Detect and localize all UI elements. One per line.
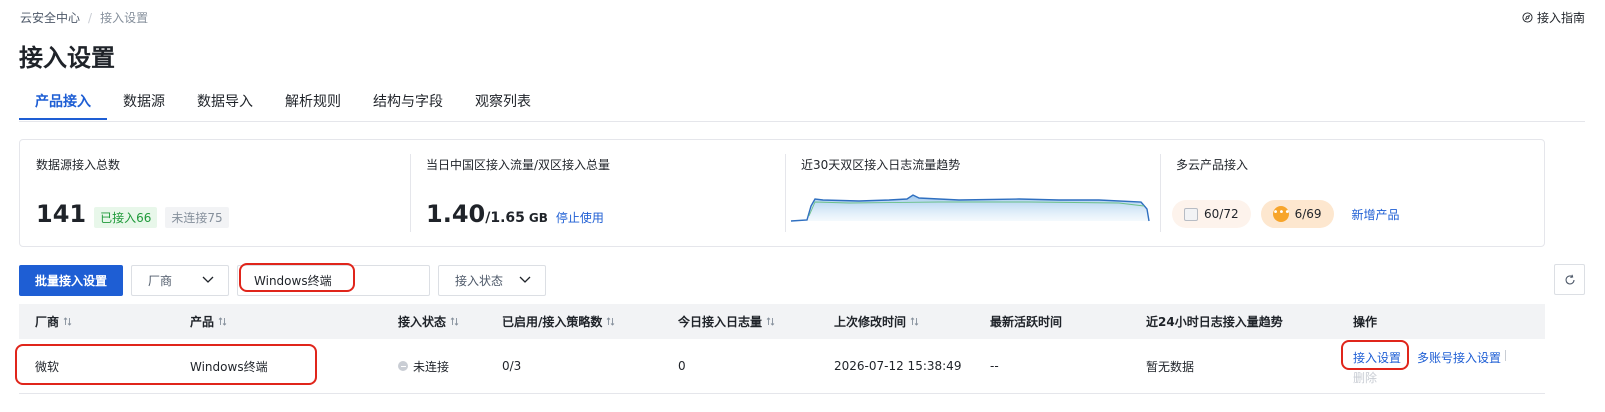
cell-modified: 2026-07-12 15:38:49	[834, 359, 962, 373]
cell-policies: 0/3	[502, 359, 522, 373]
product-search-value: Windows终端	[254, 273, 332, 288]
column-header[interactable]: 上次修改时间	[818, 313, 974, 330]
breadcrumb: 云安全中心 / 接入设置	[20, 9, 148, 26]
stop-use-link[interactable]: 停止使用	[556, 209, 604, 226]
breadcrumb-root[interactable]: 云安全中心	[20, 9, 80, 26]
tab-data-import[interactable]: 数据导入	[181, 86, 269, 120]
column-header[interactable]: 产品	[174, 313, 382, 330]
stat-multi-cloud: 多云产品接入 60/72 ••• 6/69 新增产品	[1160, 140, 1544, 246]
guide-link-label: 接入指南	[1536, 11, 1585, 25]
trend-sparkline	[790, 194, 1150, 222]
cloud-a-pill[interactable]: 60/72	[1172, 200, 1251, 228]
guide-link[interactable]: 接入指南	[1522, 9, 1585, 26]
access-status-select-label: 接入状态	[455, 273, 504, 288]
table-header: 厂商 产品 接入状态 已启用/接入策略数 今日接入日志量 上次修改时间 最新活跃…	[19, 304, 1545, 339]
breadcrumb-current: 接入设置	[100, 11, 149, 25]
cloud-b-pill[interactable]: ••• 6/69	[1260, 200, 1334, 228]
filter-toolbar: 批量接入设置 厂商 Windows终端 接入状态	[19, 264, 1585, 296]
cell-trend: 暂无数据	[1146, 359, 1195, 374]
access-table: 厂商 产品 接入状态 已启用/接入策略数 今日接入日志量 上次修改时间 最新活跃…	[19, 304, 1545, 394]
vendor-select[interactable]: 厂商	[131, 264, 230, 296]
column-header[interactable]: 今日接入日志量	[662, 313, 818, 330]
cloud-b-count: 6/69	[1294, 207, 1322, 221]
ops-divider	[1505, 349, 1506, 361]
sort-icon	[450, 317, 459, 326]
cell-vendor: 微软	[35, 359, 60, 374]
cell-status: 未连接	[382, 358, 486, 375]
sort-icon	[766, 317, 775, 326]
stat-flow: 当日中国区接入流量/双区接入总量 1.40 /1.65 GB 停止使用	[410, 140, 785, 246]
connected-badge: 已接入66	[94, 207, 158, 228]
table-row: 微软 Windows终端 未连接 0/3 0 2026-07-12 15:38:…	[19, 339, 1545, 394]
status-disconnected-icon	[398, 361, 408, 371]
cell-product: Windows终端	[190, 359, 268, 374]
tab-structure-fields[interactable]: 结构与字段	[357, 86, 459, 120]
stats-card: 数据源接入总数 141 已接入66 未连接75 当日中国区接入流量/双区接入总量…	[19, 139, 1545, 247]
flow-value: 1.40 /1.65 GB	[426, 200, 548, 228]
product-search-input[interactable]: Windows终端	[237, 264, 431, 296]
column-header[interactable]: 厂商	[19, 313, 174, 330]
delete-link: 删除	[1353, 370, 1378, 385]
vendor-select-label: 厂商	[148, 273, 173, 288]
tab-data-source[interactable]: 数据源	[107, 86, 181, 120]
tab-product-access[interactable]: 产品接入	[19, 86, 107, 120]
sort-icon	[607, 317, 615, 326]
ellipsis-icon: •••	[1272, 206, 1290, 222]
flow-total: /1.65	[485, 210, 525, 226]
column-header: 最新活跃时间	[990, 315, 1063, 329]
cell-operations: 接入设置 多账号接入设置 删除	[1337, 339, 1545, 394]
sort-icon	[218, 317, 227, 326]
cloud-a-count: 60/72	[1204, 207, 1239, 221]
stat-trend: 近30天双区接入日志流量趋势	[785, 140, 1160, 246]
column-header: 近24小时日志接入量趋势	[1146, 315, 1283, 329]
stat-source-total: 数据源接入总数 141 已接入66 未连接75	[20, 140, 410, 246]
column-header: 操作	[1353, 315, 1378, 329]
stat-label: 当日中国区接入流量/双区接入总量	[426, 158, 611, 172]
cell-today-logs: 0	[678, 359, 686, 373]
access-status-select[interactable]: 接入状态	[438, 264, 547, 296]
not-connected-badge: 未连接75	[165, 207, 229, 228]
add-product-link[interactable]: 新增产品	[1352, 206, 1400, 223]
sort-icon	[910, 317, 919, 326]
status-label: 未连接	[413, 359, 450, 374]
chevron-down-icon	[519, 276, 531, 283]
stat-label: 近30天双区接入日志流量趋势	[801, 158, 961, 172]
cell-active: --	[990, 359, 999, 373]
chevron-down-icon	[202, 276, 214, 283]
column-header[interactable]: 已启用/接入策略数	[486, 313, 662, 330]
refresh-icon	[1564, 274, 1575, 284]
broken-image-icon	[1184, 207, 1198, 221]
refresh-button[interactable]	[1554, 264, 1585, 295]
sort-icon	[63, 317, 72, 326]
access-settings-link[interactable]: 接入设置	[1353, 349, 1401, 366]
page-title: 接入设置	[19, 44, 115, 72]
compass-icon	[1522, 12, 1533, 23]
flow-unit: GB	[528, 211, 548, 225]
source-total-value: 141	[36, 200, 87, 228]
tab-parse-rules[interactable]: 解析规则	[269, 86, 357, 120]
tab-watch-list[interactable]: 观察列表	[459, 86, 547, 120]
multi-account-settings-link[interactable]: 多账号接入设置	[1417, 349, 1501, 366]
stat-label: 多云产品接入	[1176, 158, 1249, 172]
batch-access-settings-button[interactable]: 批量接入设置	[19, 264, 124, 296]
flow-today: 1.40	[426, 200, 486, 228]
column-header[interactable]: 接入状态	[382, 313, 486, 330]
tab-bar: 产品接入 数据源 数据导入 解析规则 结构与字段 观察列表	[19, 86, 1585, 122]
breadcrumb-separator: /	[88, 10, 93, 25]
stat-label: 数据源接入总数	[36, 158, 121, 172]
